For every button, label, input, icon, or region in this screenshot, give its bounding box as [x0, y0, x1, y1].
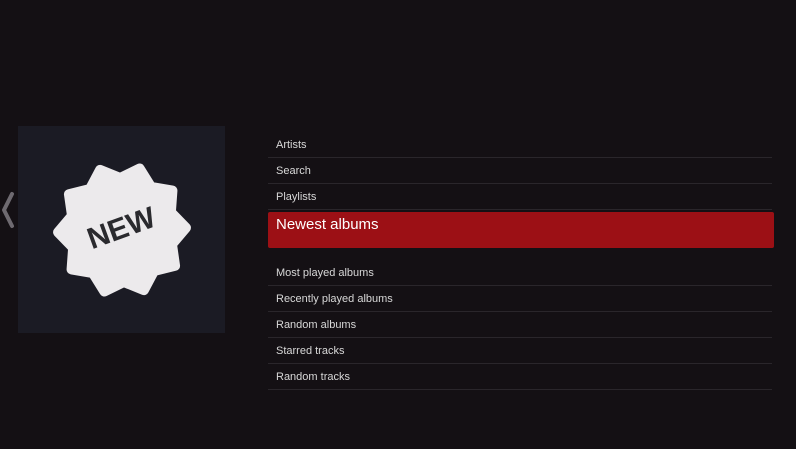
menu-item-label: Random tracks — [276, 371, 350, 383]
menu-item-label: Newest albums — [276, 216, 379, 233]
menu-item-most-played-albums[interactable]: Most played albums — [268, 260, 772, 286]
menu-item-random-albums[interactable]: Random albums — [268, 312, 772, 338]
menu-item-label: Search — [276, 165, 311, 177]
music-browser-screen: NEW Artists Search Playlists Newest albu… — [0, 0, 796, 449]
menu-item-label: Recently played albums — [276, 293, 393, 305]
menu-item-label: Random albums — [276, 319, 357, 331]
menu-item-random-tracks[interactable]: Random tracks — [268, 364, 772, 390]
menu-item-label: Starred tracks — [276, 345, 345, 357]
category-artwork: NEW — [18, 126, 225, 333]
menu-item-recently-played-albums[interactable]: Recently played albums — [268, 286, 772, 312]
new-badge-icon: NEW — [53, 163, 191, 297]
chevron-left-icon[interactable] — [0, 190, 16, 230]
main-menu: Artists Search Playlists Newest albums M… — [268, 132, 774, 390]
menu-item-label: Playlists — [276, 191, 317, 203]
menu-item-playlists[interactable]: Playlists — [268, 184, 772, 210]
menu-item-newest-albums[interactable]: Newest albums — [268, 212, 774, 248]
menu-item-search[interactable]: Search — [268, 158, 772, 184]
menu-item-label: Artists — [276, 139, 307, 151]
menu-item-starred-tracks[interactable]: Starred tracks — [268, 338, 772, 364]
menu-item-artists[interactable]: Artists — [268, 132, 772, 158]
menu-item-label: Most played albums — [276, 267, 374, 279]
